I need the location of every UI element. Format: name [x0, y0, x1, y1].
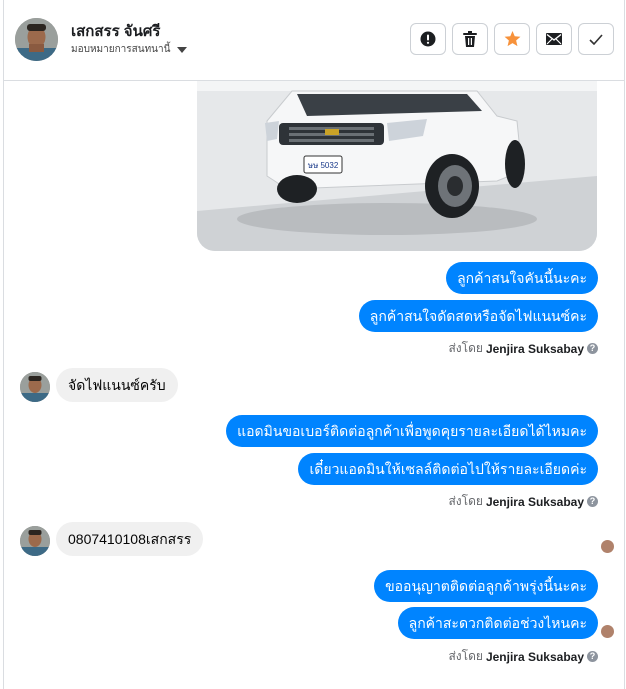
- sent-by-name[interactable]: Jenjira Suksabay: [486, 495, 584, 509]
- sent-by-prefix: ส่งโดย: [448, 494, 483, 508]
- message-outgoing[interactable]: ขออนุญาตติดต่อลูกค้าพรุ่งนี้นะคะ: [374, 570, 598, 602]
- sent-by-label: ส่งโดย Jenjira Suksabay ?: [448, 647, 598, 666]
- star-button[interactable]: [494, 23, 530, 55]
- contact-avatar-small[interactable]: [20, 526, 50, 556]
- car-photo-attachment[interactable]: ษษ 5032: [197, 81, 597, 251]
- contact-avatar[interactable]: [15, 18, 58, 61]
- mark-unread-button[interactable]: [536, 23, 572, 55]
- envelope-icon: [546, 33, 562, 45]
- sent-by-label: ส่งโดย Jenjira Suksabay ?: [448, 339, 598, 358]
- sent-by-name[interactable]: Jenjira Suksabay: [486, 650, 584, 664]
- chevron-down-icon: [177, 46, 188, 53]
- message-outgoing[interactable]: แอดมินขอเบอร์ติดต่อลูกค้าเพื่อพูดคุยรายล…: [226, 415, 598, 447]
- conversation-panel: เสกสรร จันศรี มอบหมายการสนทนานี้ ษษ 5032…: [3, 0, 625, 689]
- mark-done-button[interactable]: [578, 23, 614, 55]
- message-thread[interactable]: ษษ 5032 ลูกค้าสนใจคันนี้นะคะ ลูกค้าสนใจด…: [4, 81, 624, 689]
- help-icon[interactable]: ?: [587, 651, 598, 662]
- message-outgoing[interactable]: ลูกค้าสนใจคันนี้นะคะ: [446, 262, 598, 294]
- help-icon[interactable]: ?: [587, 343, 598, 354]
- message-outgoing[interactable]: ลูกค้าสนใจดัดสดหรือจัดไฟแนนซ์คะ: [358, 300, 598, 332]
- message-incoming[interactable]: 0807410108เสกสรร: [56, 522, 204, 556]
- seen-avatar-icon: [601, 625, 614, 638]
- message-incoming[interactable]: จัดไฟแนนซ์ครับ: [56, 368, 178, 402]
- message-outgoing[interactable]: ลูกค้าสะดวกติดต่อช่วงไหนคะ: [397, 607, 598, 639]
- contact-avatar-small[interactable]: [20, 372, 50, 402]
- star-icon: [504, 31, 520, 47]
- sent-by-prefix: ส่งโดย: [448, 649, 483, 663]
- conversation-actions: [410, 23, 614, 55]
- contact-name[interactable]: เสกสรร จันศรี: [71, 19, 160, 43]
- trash-icon: [463, 31, 477, 47]
- help-icon[interactable]: ?: [587, 496, 598, 507]
- sent-by-label: ส่งโดย Jenjira Suksabay ?: [448, 492, 598, 511]
- delete-button[interactable]: [452, 23, 488, 55]
- message-outgoing[interactable]: เดี๋ยวแอดมินให้เซลล์ติดต่อไปให้รายละเอีย…: [298, 453, 598, 485]
- license-plate-text: ษษ 5032: [308, 161, 339, 170]
- seen-avatar-icon: [601, 540, 614, 553]
- assign-conversation-dropdown[interactable]: มอบหมายการสนทนานี้: [71, 42, 188, 57]
- sent-by-prefix: ส่งโดย: [448, 341, 483, 355]
- checkmark-icon: [589, 33, 603, 45]
- exclamation-icon: [420, 31, 436, 47]
- conversation-header: เสกสรร จันศรี มอบหมายการสนทนานี้: [4, 0, 624, 81]
- assign-label: มอบหมายการสนทนานี้: [71, 44, 171, 55]
- sent-by-name[interactable]: Jenjira Suksabay: [486, 342, 584, 356]
- mark-spam-button[interactable]: [410, 23, 446, 55]
